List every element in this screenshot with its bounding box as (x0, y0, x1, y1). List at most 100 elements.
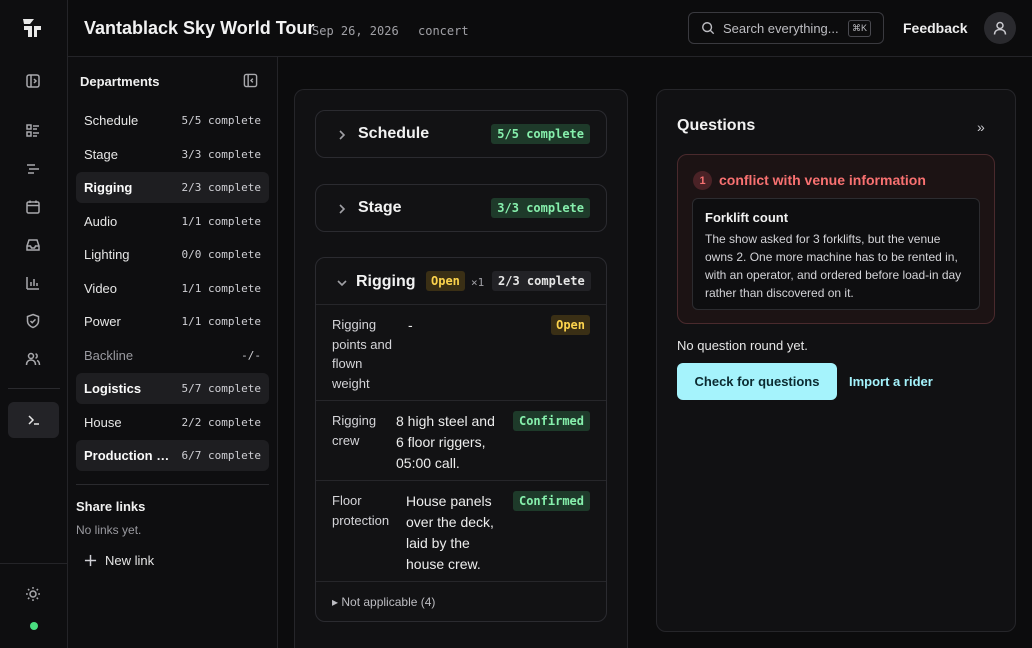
sidebar-item-label: Power (84, 314, 121, 329)
open-badge: Open (426, 271, 465, 291)
terminal-icon (27, 415, 39, 425)
feedback-button[interactable]: Feedback (903, 20, 968, 36)
share-links-heading: Share links (76, 499, 146, 514)
sidebar-item-status: 3/3 complete (181, 147, 261, 161)
event-date: Sep 26, 2026 (312, 24, 399, 38)
sidebar-item-label: Lighting (84, 247, 130, 262)
sidebar-item-rigging[interactable]: Rigging 2/3 complete (76, 172, 269, 203)
departments-heading: Departments (80, 74, 160, 89)
open-count: ×1 (471, 276, 485, 289)
online-status-dot (30, 622, 38, 630)
search-placeholder: Search everything... (723, 20, 839, 36)
users-icon[interactable] (22, 348, 44, 370)
check-for-questions-button[interactable]: Check for questions (677, 363, 837, 400)
sidebar-item-house[interactable]: House 2/2 complete (76, 407, 269, 438)
sidebar-item-video[interactable]: Video 1/1 complete (76, 273, 269, 304)
import-rider-link[interactable]: Import a rider (849, 374, 933, 389)
rail-divider-bottom (0, 563, 68, 564)
sidebar-item-schedule[interactable]: Schedule 5/5 complete (76, 105, 269, 136)
sidebar-item-status: 0/0 complete (181, 248, 261, 261)
sidebar-item-status: 6/7 complete (181, 449, 261, 462)
inbox-icon[interactable] (22, 234, 44, 256)
sidebar-item-label: Logistics (84, 381, 142, 396)
sidebar-divider (76, 484, 269, 485)
status-badge: Open (551, 315, 590, 335)
rail-divider (8, 388, 60, 389)
conflict-detail[interactable]: Forklift count The show asked for 3 fork… (692, 198, 980, 310)
no-question-round: No question round yet. (677, 338, 808, 353)
status-badge: 2/3 complete (492, 271, 591, 291)
sidebar-item-production[interactable]: Production … 6/7 complete (76, 440, 269, 471)
section-title: Schedule (358, 125, 430, 142)
calendar-icon[interactable] (22, 196, 44, 218)
status-badge: 5/5 complete (491, 124, 590, 144)
sidebar-item-power[interactable]: Power 1/1 complete (76, 306, 269, 337)
sidebar-item-status: 1/1 complete (181, 214, 261, 228)
table-row[interactable]: Rigging crew 8 high steel and 6 floor ri… (316, 401, 606, 481)
sidebar-item-status: 1/1 complete (181, 281, 261, 295)
row-value: House panels over the deck, laid by the … (406, 493, 494, 572)
sidebar-toggle-icon[interactable] (22, 70, 44, 92)
sidebar-item-label: Rigging (84, 180, 133, 195)
sidebar-item-lighting[interactable]: Lighting 0/0 complete (76, 239, 269, 270)
status-badge: Confirmed (512, 411, 590, 431)
chart-icon[interactable] (22, 272, 44, 294)
sidebar-item-status: 2/2 complete (181, 415, 261, 429)
sidebar-item-label: Video (84, 280, 118, 296)
collapse-sidebar-icon[interactable] (243, 73, 259, 89)
sidebar-item-stage[interactable]: Stage 3/3 complete (76, 139, 269, 170)
sidebar-item-label: Schedule (84, 113, 139, 128)
chevron-right-icon (336, 128, 348, 140)
section-title: Stage (358, 199, 402, 216)
page-title: Vantablack Sky World Tour (84, 18, 315, 38)
sidebar-item-backline[interactable]: Backline -/- (76, 340, 269, 371)
chevron-right-icon (336, 202, 348, 214)
logo-icon[interactable] (20, 16, 44, 40)
new-link-button[interactable]: New link (84, 553, 154, 568)
chevron-down-icon (336, 276, 348, 288)
section-stage[interactable]: Stage 3/3 complete (315, 184, 607, 232)
event-type: concert (418, 24, 469, 38)
share-links-empty: No links yet. (76, 523, 142, 537)
table-row[interactable]: Rigging points and flown weight - Open (316, 305, 606, 401)
row-value: - (408, 317, 413, 333)
sidebar-item-status: 1/1 complete (181, 315, 261, 328)
sections-panel: Schedule 5/5 complete Stage 3/3 complete… (294, 89, 628, 648)
sidebar-item-status: -/- (241, 348, 261, 362)
not-applicable-toggle[interactable]: ▸ Not applicable (4) (332, 595, 435, 609)
section-rigging: Rigging Open ×1 2/3 complete Rigging poi… (315, 257, 607, 622)
conflict-detail-title: Forklift count (705, 210, 789, 225)
list-icon[interactable] (22, 120, 44, 142)
status-badge: Confirmed (512, 491, 590, 511)
new-link-label: New link (105, 553, 155, 568)
search-input[interactable]: Search everything... ⌘K (688, 12, 884, 44)
sidebar-item-label: Production … (84, 448, 170, 463)
section-schedule[interactable]: Schedule 5/5 complete (315, 110, 607, 158)
terminal-button[interactable] (8, 402, 59, 438)
top-header: Vantablack Sky World Tour Sep 26, 2026 c… (68, 0, 1032, 57)
timeline-icon[interactable] (22, 158, 44, 180)
sidebar-item-status: 5/7 complete (181, 382, 261, 395)
table-row[interactable]: Floor protection House panels over the d… (316, 481, 606, 582)
row-value: 8 high steel and 6 floor riggers, 05:00 … (396, 413, 495, 471)
row-label: Rigging points and flown weight (332, 317, 392, 391)
conflict-count-badge: 1 (693, 171, 712, 190)
sidebar-item-logistics[interactable]: Logistics 5/7 complete (76, 373, 269, 404)
sidebar-item-status: 5/5 complete (181, 114, 261, 127)
questions-title: Questions (677, 117, 756, 134)
expand-panel-icon[interactable]: » (977, 119, 985, 135)
rigging-header[interactable]: Rigging Open ×1 2/3 complete (316, 258, 606, 305)
avatar[interactable] (984, 12, 1016, 44)
shield-icon[interactable] (22, 310, 44, 332)
sidebar-item-label: Backline (84, 347, 134, 363)
sun-icon[interactable] (22, 583, 44, 605)
row-label: Rigging crew (332, 413, 377, 448)
row-label: Floor protection (332, 493, 390, 528)
sidebar-item-audio[interactable]: Audio 1/1 complete (76, 206, 269, 237)
sidebar-item-status: 2/3 complete (181, 181, 261, 194)
app-rail (0, 0, 68, 648)
conflict-detail-body: The show asked for 3 forklifts, but the … (705, 232, 962, 300)
sidebar-item-label: Audio (84, 213, 118, 229)
plus-icon (84, 554, 97, 567)
conflict-card: 1 conflict with venue information Forkli… (677, 154, 995, 324)
